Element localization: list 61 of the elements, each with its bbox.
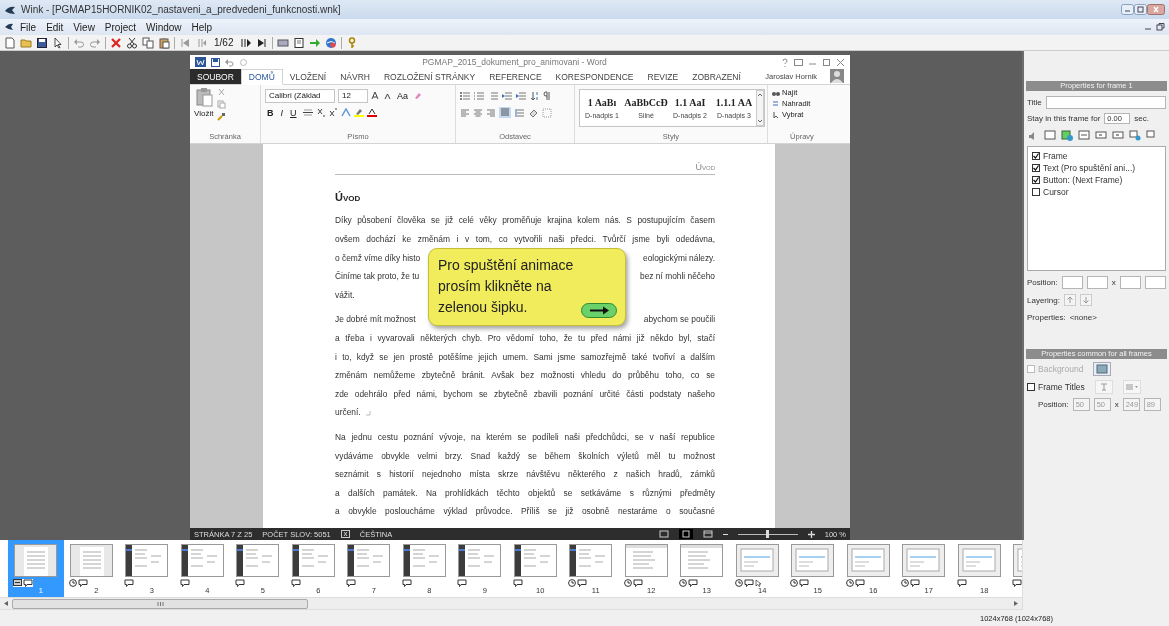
text-line: a dalších památek. Na prohlídkách těchto objektů se setkáváme s různými předměty [335, 486, 715, 500]
unit-label: sec. [1134, 113, 1150, 123]
menu-item[interactable]: File [16, 21, 41, 33]
text-line: ovšem dochází ke změnám i v tom, co vytvořili naši předci. Tvůrčí jsme byli odedávna, [335, 233, 715, 247]
properties-value: <none> [1069, 312, 1097, 322]
text-line: Díky působení člověka se již celé věky proměňuje krajina kolem nás. S postupujícím časem [335, 214, 715, 228]
text-line: vážit. [335, 288, 355, 302]
text-line: a obvykle posloucháme výklad průvodce. Příliš se již osobně nestaráme o současné [335, 505, 715, 519]
field-label: Title [1027, 97, 1042, 107]
menu-item[interactable]: View [69, 21, 99, 33]
menu-item[interactable]: Window [142, 21, 186, 33]
field-label: Stay in this frame for [1027, 113, 1101, 123]
font-dropdown[interactable]: Calibri (Základ [265, 88, 335, 103]
text-line: Na jednu cestu poznání vývoje, na kterém se podíleli naši předchůdci, se v naší republice [335, 431, 715, 444]
field-label: Position: [1038, 399, 1069, 409]
ribbon-tab[interactable]: REFERENCE [482, 69, 549, 85]
field-label: Layering: [1027, 295, 1060, 305]
field-label: Properties: [1027, 312, 1066, 322]
ribbon-tab[interactable]: KORESPONDENCE [548, 69, 641, 85]
object-checkbox[interactable]: Text (Pro spuštění ani...) [1032, 163, 1161, 174]
ribbon-tab[interactable]: DOMŮ [240, 69, 283, 86]
heading: Úvod [335, 191, 362, 204]
ribbon-tab[interactable]: ROZLOŽENÍ STRÁNKY [376, 69, 483, 85]
menu-item[interactable]: Project [100, 21, 140, 33]
text-line: Činíme tak proto, že tu [335, 270, 420, 284]
ribbon-tab[interactable]: REVIZE [640, 69, 686, 85]
object-checkbox[interactable]: Button: (Next Frame) [1032, 175, 1161, 186]
text-line: i to, když se jen prostě potěšíme jejich umem. Sami jsme samozřejmě také tvořiví a dalším [335, 350, 715, 364]
change-case-button[interactable]: Aa [395, 90, 410, 101]
text-line: eologickými nálezy. [643, 251, 715, 265]
paste-button[interactable]: Vložit [194, 109, 214, 119]
text-line: zde odehrálo před námi, bychom se zbytečně zbavili poznání určité části podstaty našeho [335, 387, 715, 401]
ribbon-tab[interactable]: NÁVRH [333, 69, 377, 85]
separator-label: x [1111, 277, 1116, 287]
bold-button[interactable]: B [265, 107, 276, 118]
object-checkbox[interactable]: Cursor [1032, 187, 1161, 198]
text-line: o čemž víme díky histo [335, 251, 421, 265]
text-line: Je dobré mít možnost [335, 313, 416, 327]
ribbon-tab[interactable]: ZOBRAZENÍ [685, 69, 748, 85]
text-line: a třeba i vyvarovali některých chyb. Pro vědomí toho, že tu před námi již někdo byl, stačí [335, 332, 715, 346]
italic-button[interactable]: I [278, 107, 285, 118]
callout-text: Pro spuštění animace prosím klikněte na zelenou šipku. [438, 256, 574, 318]
page-header: Úvod [335, 162, 715, 176]
text-line: abychom se poučili [643, 313, 715, 327]
ribbon-tab[interactable]: VLOŽENÍ [282, 69, 334, 85]
menu-item[interactable]: Help [187, 21, 217, 33]
ribbon-tab[interactable]: SOUBOR [190, 69, 241, 85]
separator-label: x [1114, 399, 1119, 409]
underline-button[interactable]: U [288, 107, 299, 118]
text-line: bez ní mohli něčeho [640, 270, 715, 284]
frame-counter: 1/62 [213, 37, 235, 49]
font-size-dropdown[interactable]: 12 [338, 88, 368, 103]
text-line: seznámit s historií nejednoho místa skrze návštěvu některého z našich hradů, zámků [335, 468, 715, 482]
text-line: vydáváme obvykle velmi brzy. Snad každý se během školních výletů měl tu možnost [335, 449, 715, 463]
text-line: změnám nemůžeme zbytečně bránit. Avšak bez možnosti vhledu do průběhu toho, co se [335, 369, 715, 383]
field-label: Position: [1027, 277, 1058, 287]
window-title: Wink - [PGMAP15HORNIK02_nastaveni_a_predvedeni_funkcnosti.wnk] [21, 4, 341, 16]
text-line: určení. [335, 406, 361, 420]
document-title: PGMAP_2015_dokument_pro_animovani - Word [421, 57, 608, 68]
object-checkbox[interactable]: Frame [1032, 151, 1161, 162]
menu-item[interactable]: Edit [42, 21, 68, 33]
